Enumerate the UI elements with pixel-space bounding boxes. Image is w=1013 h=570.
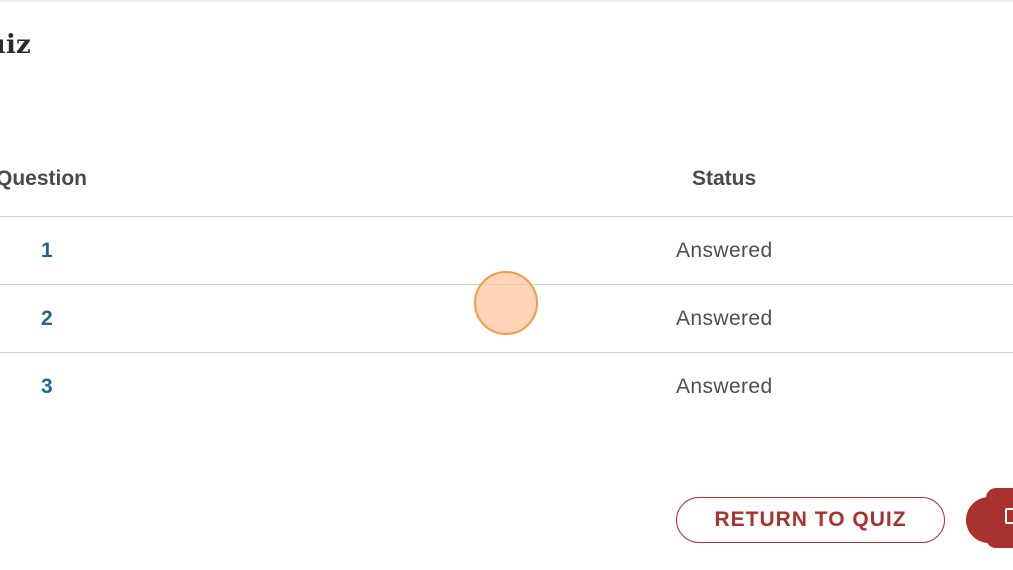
question-link[interactable]: 3 — [41, 375, 53, 399]
question-status: Answered — [676, 375, 773, 398]
question-link[interactable]: 2 — [41, 307, 53, 331]
table-row: 2 Answered — [0, 285, 1013, 353]
quiz-summary-page: Quiz Question Status 1 Answered 2 Answer… — [0, 0, 1013, 570]
question-link[interactable]: 1 — [41, 239, 53, 263]
question-status: Answered — [676, 239, 773, 262]
table-row: 1 Answered — [0, 217, 1013, 285]
document-icon — [1005, 508, 1013, 524]
table-row: 3 Answered — [0, 353, 1013, 421]
column-header-question: Question — [0, 167, 88, 190]
return-to-quiz-button[interactable]: RETURN TO QUIZ — [676, 497, 945, 543]
question-status: Answered — [676, 307, 773, 330]
page-title: Quiz — [0, 30, 31, 60]
top-bar-shadow — [0, 0, 1013, 3]
column-header-status: Status — [692, 167, 757, 190]
